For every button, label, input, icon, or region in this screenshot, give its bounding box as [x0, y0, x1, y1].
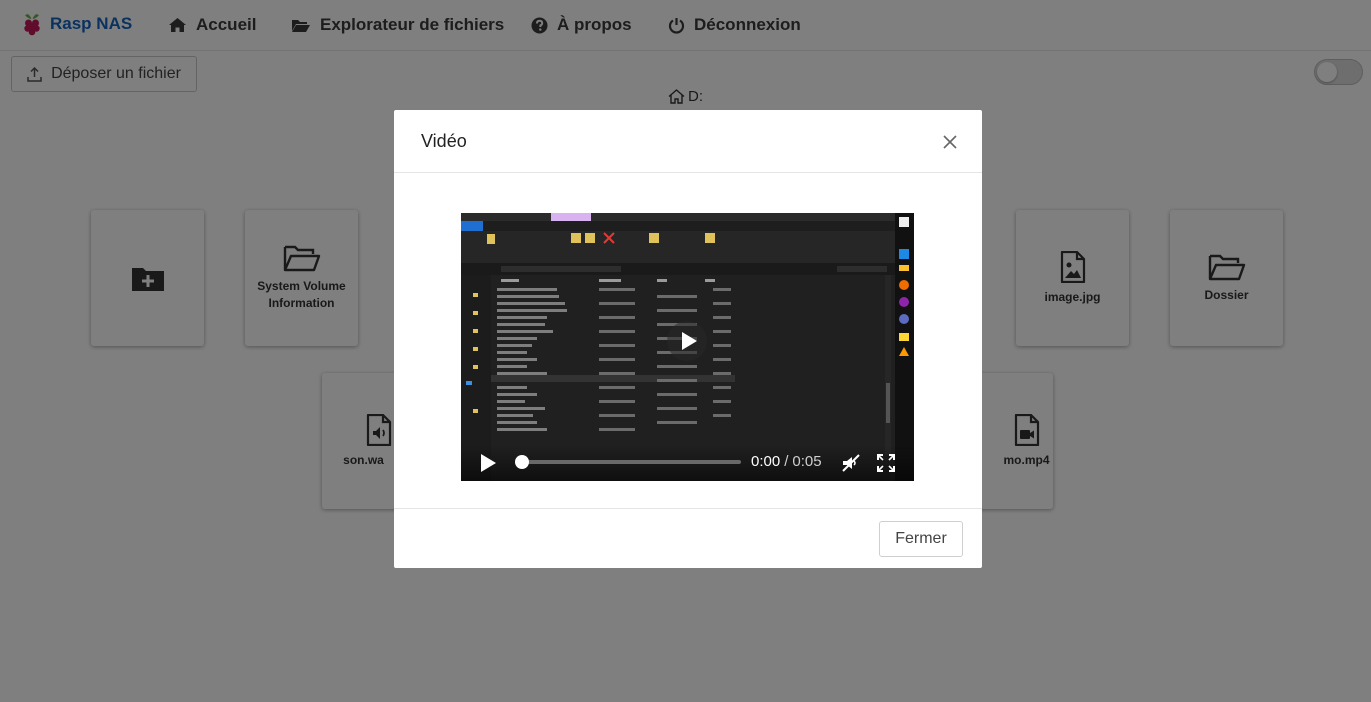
- time-separator: /: [784, 453, 789, 470]
- fullscreen-icon[interactable]: [876, 453, 896, 473]
- seek-bar[interactable]: [519, 460, 741, 464]
- time-display: 0:00 / 0:05: [751, 453, 822, 470]
- play-icon[interactable]: [479, 453, 497, 473]
- modal-title: Vidéo: [421, 131, 467, 151]
- play-overlay-icon[interactable]: [667, 321, 707, 361]
- current-time: 0:00: [751, 453, 781, 470]
- modal-header: Vidéo: [394, 110, 982, 173]
- video-controls: 0:00 / 0:05: [461, 445, 914, 481]
- duration: 0:05: [792, 453, 822, 470]
- close-button[interactable]: Fermer: [879, 521, 963, 557]
- muted-speaker-icon[interactable]: [841, 453, 861, 473]
- seek-handle[interactable]: [515, 455, 529, 469]
- modal-footer: Fermer: [394, 508, 982, 569]
- video-modal: Vidéo 0:00 / 0:05 Fermer: [394, 110, 982, 568]
- video-player[interactable]: 0:00 / 0:05: [461, 213, 914, 481]
- close-icon[interactable]: [940, 132, 960, 152]
